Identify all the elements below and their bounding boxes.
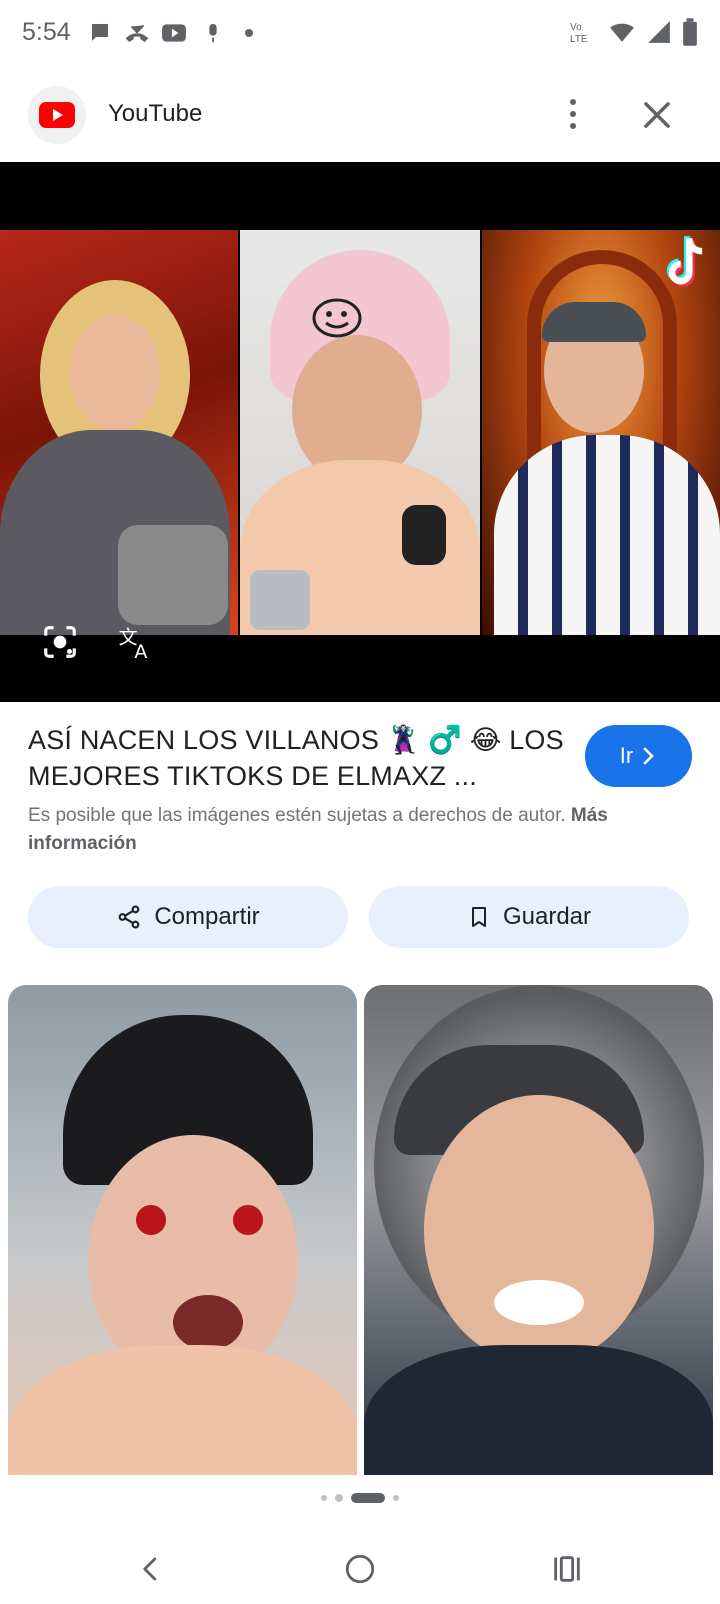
bookmark-icon (471, 907, 486, 927)
pager-dot (335, 1494, 343, 1502)
figure-face (70, 315, 160, 430)
image-pager (0, 1490, 720, 1506)
dot-icon (245, 29, 253, 37)
youtube-icon (162, 24, 186, 42)
figure-eye (233, 1205, 263, 1235)
more-dot (570, 99, 576, 105)
share-label: Compartir (154, 903, 260, 930)
visit-button[interactable]: Ir (585, 725, 692, 787)
figure-object (118, 525, 228, 625)
save-label: Guardar (502, 903, 592, 930)
mic-icon (209, 23, 217, 43)
pager-dot (393, 1495, 399, 1501)
status-bar: 5:54 Vo LTE (0, 0, 720, 70)
related-image-2[interactable] (364, 985, 713, 1475)
result-title[interactable]: ASÍ NACEN LOS VILLANOS 🦹 ♂️ 😂 LOS MEJORE… (28, 722, 568, 794)
status-time: 5:54 (22, 18, 71, 46)
figure-hair (542, 302, 646, 342)
copyright-text: Es posible que las imágenes estén sujeta… (28, 805, 566, 826)
image-panel-left (0, 230, 238, 635)
figure-can (250, 570, 310, 630)
save-button[interactable]: Guardar (369, 886, 689, 948)
figure-eye (136, 1205, 166, 1235)
svg-text:A: A (134, 641, 147, 661)
battery-icon (683, 18, 697, 46)
tiktok-logo-icon (666, 236, 703, 287)
translate-icon: 文A (119, 627, 148, 661)
figure-teeth (494, 1280, 584, 1325)
wifi-icon (610, 23, 634, 42)
smiley-icon (312, 298, 362, 338)
figure-body (8, 1345, 357, 1475)
share-icon (118, 905, 140, 929)
copyright-notice: Es posible que las imágenes estén sujeta… (28, 802, 688, 858)
related-image-1[interactable] (8, 985, 357, 1475)
chevron-right-icon (643, 747, 655, 765)
source-title: YouTube (108, 100, 203, 127)
status-right: Vo LTE (568, 18, 698, 46)
pager-dot (321, 1495, 327, 1501)
svg-text:LTE: LTE (570, 34, 588, 45)
close-icon[interactable] (638, 96, 676, 134)
figure-object (402, 505, 446, 565)
more-options-button[interactable] (558, 96, 588, 132)
lens-icon (44, 626, 76, 658)
translate-button[interactable]: 文A (108, 614, 164, 670)
volte-icon: VoLTE (570, 22, 588, 45)
share-button[interactable]: Compartir (28, 886, 348, 948)
pager-dot-active (351, 1493, 385, 1503)
system-nav-bar (0, 1530, 720, 1604)
back-button[interactable] (126, 1544, 176, 1594)
youtube-logo-icon (39, 102, 75, 128)
recents-button[interactable] (542, 1544, 592, 1594)
visit-button-label: Ir (619, 743, 634, 768)
lens-button[interactable] (32, 614, 88, 670)
more-dot (570, 111, 576, 117)
home-icon (345, 1554, 375, 1584)
recents-icon (554, 1556, 580, 1582)
figure-shirt (494, 435, 720, 635)
image-viewer[interactable]: 文A (0, 162, 720, 702)
missed-call-icon (125, 24, 149, 42)
back-icon (143, 1557, 157, 1581)
home-button[interactable] (335, 1544, 385, 1594)
svg-text:Vo: Vo (570, 22, 582, 33)
more-dot (570, 123, 576, 129)
signal-icon (648, 21, 670, 43)
youtube-logo (28, 86, 86, 144)
image-panel-right (482, 230, 720, 635)
figure-mouth (173, 1295, 243, 1350)
image-panel-middle (240, 230, 480, 635)
figure-jacket (364, 1345, 713, 1475)
chat-bubble-icon (92, 24, 108, 41)
source-header: YouTube (0, 78, 720, 160)
